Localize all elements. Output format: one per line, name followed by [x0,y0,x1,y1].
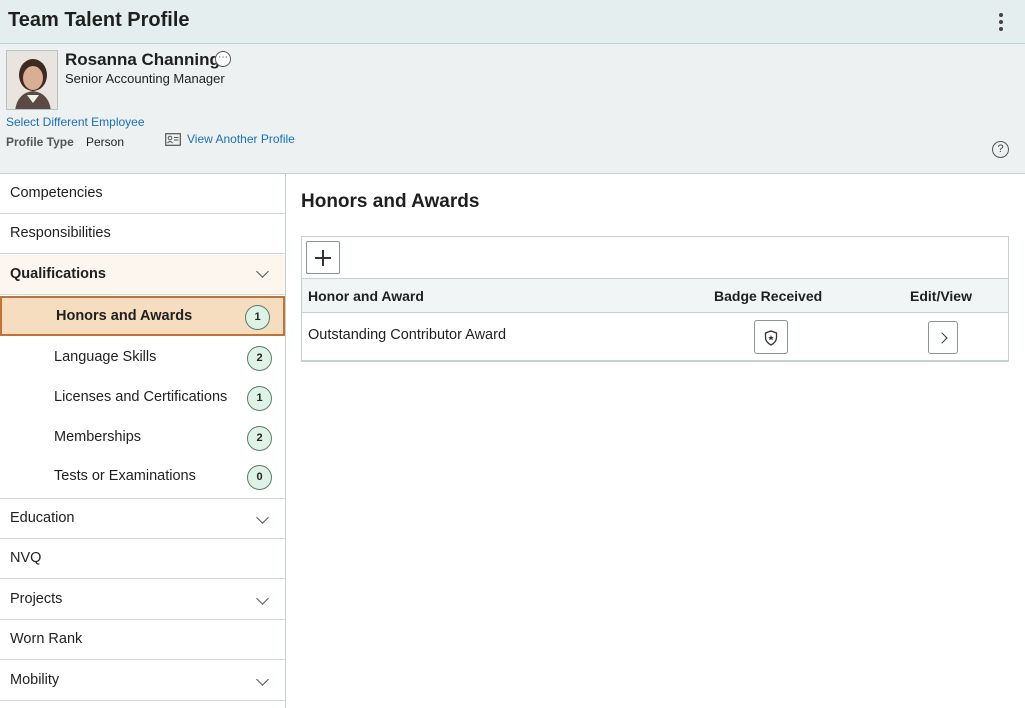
sub-item-label: Tests or Examinations [54,468,196,484]
add-row-button[interactable] [306,241,340,274]
chevron-down-icon [256,265,269,278]
page-title: Team Talent Profile [8,9,190,31]
column-header-edit-view: Edit/View [910,288,972,304]
employee-header: Rosanna Channing ⋯ Senior Accounting Man… [0,44,1025,174]
nav-item-label: Qualifications [10,266,106,282]
section-title: Honors and Awards [301,191,480,212]
profile-type-label: Profile Type [6,135,74,149]
chevron-down-icon [256,592,269,605]
nav-item-label: Education [10,510,75,526]
column-header-badge[interactable]: Badge Received [714,288,822,304]
count-badge: 2 [247,426,272,451]
sub-item-language-skills[interactable]: Language Skills 2 [0,338,285,378]
grid-header: Honor and Award Badge Received Edit/View [302,278,1008,313]
nav-item-worn-rank[interactable]: Worn Rank [0,620,285,660]
nav-item-label: Responsibilities [10,225,111,241]
help-icon[interactable]: ? [992,141,1009,158]
sub-item-label: Licenses and Certifications [54,389,228,405]
sub-item-memberships[interactable]: Memberships 2 [0,418,285,458]
page-header: Team Talent Profile [0,0,1025,44]
related-actions-icon[interactable]: ⋯ [215,51,231,67]
count-badge: 2 [247,346,272,371]
actions-menu-icon[interactable] [993,12,1009,32]
sub-item-label: Memberships [54,429,142,445]
view-another-profile-link[interactable]: View Another Profile [187,132,295,146]
left-nav: Competencies Responsibilities Qualificat… [0,174,286,708]
nav-item-nvq[interactable]: NVQ [0,539,285,579]
sub-item-label: Language Skills [54,349,157,365]
nav-item-projects[interactable]: Projects [0,580,285,620]
count-badge: 0 [247,465,272,490]
column-header-honor[interactable]: Honor and Award [308,288,424,304]
employee-photo [6,50,58,110]
nav-item-label: Worn Rank [10,631,83,647]
employee-name: Rosanna Channing [65,50,220,69]
sub-item-honors-and-awards[interactable]: Honors and Awards 1 [0,296,285,336]
count-badge: 1 [247,386,272,411]
honors-grid: Honor and Award Badge Received Edit/View… [301,236,1009,362]
shield-badge-icon [764,330,778,346]
profile-card-icon [165,132,181,146]
honor-name-cell: Outstanding Contributor Award [308,327,507,343]
nav-item-label: NVQ [10,550,42,566]
view-another-profile[interactable]: View Another Profile [165,132,295,146]
nav-item-education[interactable]: Education [0,499,285,539]
employee-job-title: Senior Accounting Manager [65,71,225,86]
edit-view-button[interactable] [928,321,958,354]
nav-item-label: Mobility [10,672,60,688]
badge-button[interactable] [754,320,788,354]
nav-item-label: Competencies [10,185,103,201]
sub-item-licenses-and-certifications[interactable]: Licenses and Certifications 1 [0,378,285,418]
sub-item-tests-or-examinations[interactable]: Tests or Examinations 0 [0,457,285,497]
chevron-down-icon [256,673,269,686]
sub-item-label: Honors and Awards [56,308,193,324]
table-row: Outstanding Contributor Award [302,313,1008,361]
nav-item-label: Projects [10,591,63,607]
nav-item-qualifications[interactable]: Qualifications [0,255,285,295]
chevron-down-icon [256,511,269,524]
nav-item-competencies[interactable]: Competencies [0,174,285,214]
nav-item-mobility[interactable]: Mobility [0,661,285,701]
profile-type-value: Person [86,135,125,149]
select-different-employee-link[interactable]: Select Different Employee [6,115,145,129]
count-badge: 1 [245,305,270,330]
nav-item-responsibilities[interactable]: Responsibilities [0,214,285,254]
